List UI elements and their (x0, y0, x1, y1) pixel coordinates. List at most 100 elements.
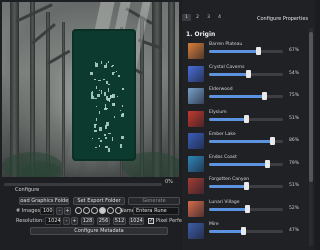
properties-title: Configure Properties (257, 16, 309, 22)
option-radio-2[interactable] (83, 207, 90, 214)
scrollbar-thumb[interactable] (309, 32, 313, 182)
preview-image (2, 2, 179, 177)
property-slider[interactable] (209, 204, 283, 213)
scrollbar[interactable] (309, 28, 313, 246)
preset-1024-button[interactable]: 1024 (129, 217, 144, 225)
portal-glyph (96, 106, 97, 107)
tree-trunk (10, 2, 19, 177)
slider-fill (209, 50, 259, 53)
portal-glyph (91, 92, 93, 96)
slider-fill (209, 95, 265, 98)
portal-glyph (114, 103, 115, 106)
portal-glyph (108, 133, 111, 134)
slider-handle[interactable] (244, 114, 250, 123)
property-slider[interactable] (209, 227, 283, 235)
portal-glyph (104, 65, 107, 68)
portal-glyph (95, 63, 98, 67)
slider-handle[interactable] (244, 182, 250, 190)
tree-trunk (62, 22, 65, 177)
property-slider[interactable] (209, 182, 283, 190)
images-increment-button[interactable]: + (64, 207, 71, 215)
property-slider[interactable] (209, 47, 283, 55)
slider-handle[interactable] (244, 204, 250, 213)
resolution-label: Resolution: (16, 218, 44, 224)
option-radio-1[interactable] (75, 207, 82, 214)
portal-glyph (107, 98, 110, 101)
pixel-perfect-checkbox[interactable]: ✓ (148, 218, 154, 224)
property-percent: 51% (289, 115, 300, 121)
portal-glyph (99, 145, 100, 147)
preset-128-button[interactable]: 128 (81, 217, 94, 225)
slider-handle[interactable] (262, 92, 267, 100)
slider-handle[interactable] (264, 159, 270, 168)
portal-glyph (90, 72, 93, 75)
portal-glyph (95, 62, 96, 63)
slider-handle[interactable] (256, 47, 262, 55)
property-thumbnail (188, 155, 204, 172)
set-export-folder-button[interactable]: Set Export Folder (73, 197, 125, 205)
preset-256-button[interactable]: 256 (97, 217, 110, 225)
property-slider[interactable] (209, 92, 283, 100)
property-name: Mire (209, 222, 219, 227)
resolution-increment-button[interactable]: + (71, 217, 78, 225)
property-thumbnail (188, 65, 204, 82)
resolution-input[interactable]: 1024 (45, 217, 61, 225)
property-item: Elderwood 75% (188, 86, 306, 106)
tab-3[interactable]: 3 (204, 14, 213, 21)
property-slider[interactable] (209, 114, 283, 123)
tab-1[interactable]: 1 (182, 14, 191, 21)
app-window: 0% Configure Load Graphics Folder Set Ex… (0, 0, 315, 250)
property-percent: 47% (289, 228, 300, 233)
generate-button[interactable]: Generate (128, 197, 180, 205)
property-slider[interactable] (209, 159, 283, 168)
tab-4[interactable]: 4 (215, 14, 224, 21)
portal-glyph (120, 110, 121, 111)
property-name: Barren Plateau (209, 42, 243, 47)
slider-fill (209, 72, 249, 76)
portal-glyph (122, 88, 124, 90)
property-slider[interactable] (209, 137, 283, 145)
property-name: Elderwood (209, 87, 233, 92)
section-title: 1. Origin (186, 31, 216, 38)
slider-handle[interactable] (241, 227, 247, 235)
property-name: Endos Coast (209, 154, 237, 160)
portal-glyph (91, 96, 94, 99)
portal-glyph (100, 140, 102, 142)
slider-handle[interactable] (270, 137, 276, 145)
property-name: Lunari Village (209, 199, 240, 205)
portal-glyph (96, 118, 97, 121)
tree-trunk (46, 12, 50, 177)
images-count-input[interactable]: 100 (40, 207, 54, 215)
property-item: Mire 47% (188, 221, 306, 241)
portal-glyph (101, 61, 102, 64)
name-input[interactable]: Entera Rune (133, 207, 179, 215)
portal-glyph (106, 122, 109, 126)
load-graphics-folder-button[interactable]: Load Graphics Folder (19, 197, 69, 205)
portal-glyph (121, 136, 124, 139)
resolution-decrement-button[interactable]: - (63, 217, 70, 225)
tab-2[interactable]: 2 (193, 14, 202, 21)
property-slider[interactable] (209, 69, 283, 78)
option-radio-5[interactable] (107, 207, 114, 214)
slider-fill (209, 207, 248, 211)
slider-fill (209, 140, 273, 143)
portal-render (72, 29, 136, 161)
portal-glyph (105, 108, 108, 109)
option-radio-3[interactable] (91, 207, 98, 214)
property-percent: 79% (289, 160, 300, 166)
option-radio-4[interactable] (99, 207, 106, 214)
portal-glyph (112, 94, 115, 98)
tree-branch (47, 49, 71, 65)
slider-handle[interactable] (246, 69, 252, 78)
portal-glyph (94, 98, 97, 99)
progress-percent: 0% (165, 179, 173, 185)
configure-metadata-button[interactable]: Configure Metadata (30, 227, 168, 235)
preset-512-button[interactable]: 512 (113, 217, 126, 225)
portal-glyph (108, 148, 110, 152)
images-label: # Images: (16, 208, 42, 214)
portal-glyph (92, 138, 93, 139)
property-item: Forgotten Canyon 51% (188, 176, 306, 196)
portal-glyph (116, 71, 117, 72)
portal-glyph (112, 73, 114, 75)
images-decrement-button[interactable]: - (56, 207, 63, 215)
